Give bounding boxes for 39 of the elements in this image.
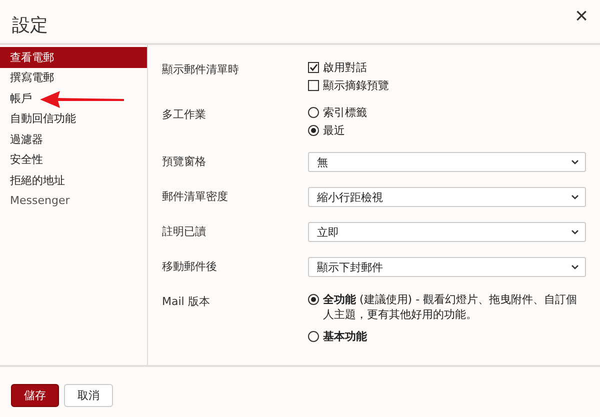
dialog-title: 設定 (12, 14, 48, 37)
chevron-down-icon (571, 264, 579, 270)
radio-label: 最近 (323, 123, 345, 138)
setting-label: 預覽窗格 (162, 154, 207, 170)
sidebar-item[interactable]: 帳戶 (0, 88, 147, 108)
dropdown[interactable]: 顯示下封郵件 (308, 257, 586, 277)
checkbox[interactable] (308, 62, 319, 73)
setting-label: 郵件清單密度 (162, 189, 229, 205)
sidebar-item[interactable]: 安全性 (0, 150, 147, 170)
radio-label: 索引標籤 (323, 105, 367, 120)
sidebar-item[interactable]: 查看電郵 (0, 47, 147, 68)
setting-label: 移動郵件後 (162, 259, 218, 275)
sidebar-item[interactable]: 過濾器 (0, 129, 147, 150)
radio-label: 基本功能 (323, 329, 367, 344)
chevron-down-icon (571, 194, 579, 200)
dropdown[interactable]: 縮小行距檢視 (308, 187, 586, 207)
checkbox-label: 啟用對話 (323, 60, 367, 75)
radio-button[interactable] (308, 294, 319, 305)
radio-button[interactable] (308, 107, 319, 118)
cancel-button[interactable]: 取消 (64, 384, 113, 406)
radio-button[interactable] (308, 331, 319, 342)
setting-label: 顯示郵件清單時 (162, 62, 240, 78)
sidebar-item[interactable]: 自動回信功能 (0, 108, 147, 129)
chevron-down-icon (571, 159, 579, 165)
close-button[interactable]: × (575, 5, 588, 27)
save-button[interactable]: 儲存 (11, 384, 59, 406)
chevron-down-icon (571, 229, 579, 235)
setting-label: Mail 版本 (162, 294, 211, 310)
radio-button[interactable] (308, 125, 319, 136)
sidebar-item[interactable]: Messenger (0, 190, 147, 211)
setting-label: 多工作業 (162, 107, 207, 123)
sidebar-item[interactable]: 撰寫電郵 (0, 68, 147, 88)
dropdown[interactable]: 立即 (308, 222, 586, 242)
dropdown[interactable]: 無 (308, 152, 586, 172)
setting-label: 註明已讀 (162, 224, 207, 240)
checkbox-label: 顯示摘錄預覽 (323, 78, 389, 93)
checkbox[interactable] (308, 80, 319, 91)
radio-label: 全功能 (建議使用) - 觀看幻燈片、拖曳附件、自訂個人主題，更有其他好用的功能。 (323, 292, 578, 322)
sidebar-item[interactable]: 拒絕的地址 (0, 170, 147, 190)
